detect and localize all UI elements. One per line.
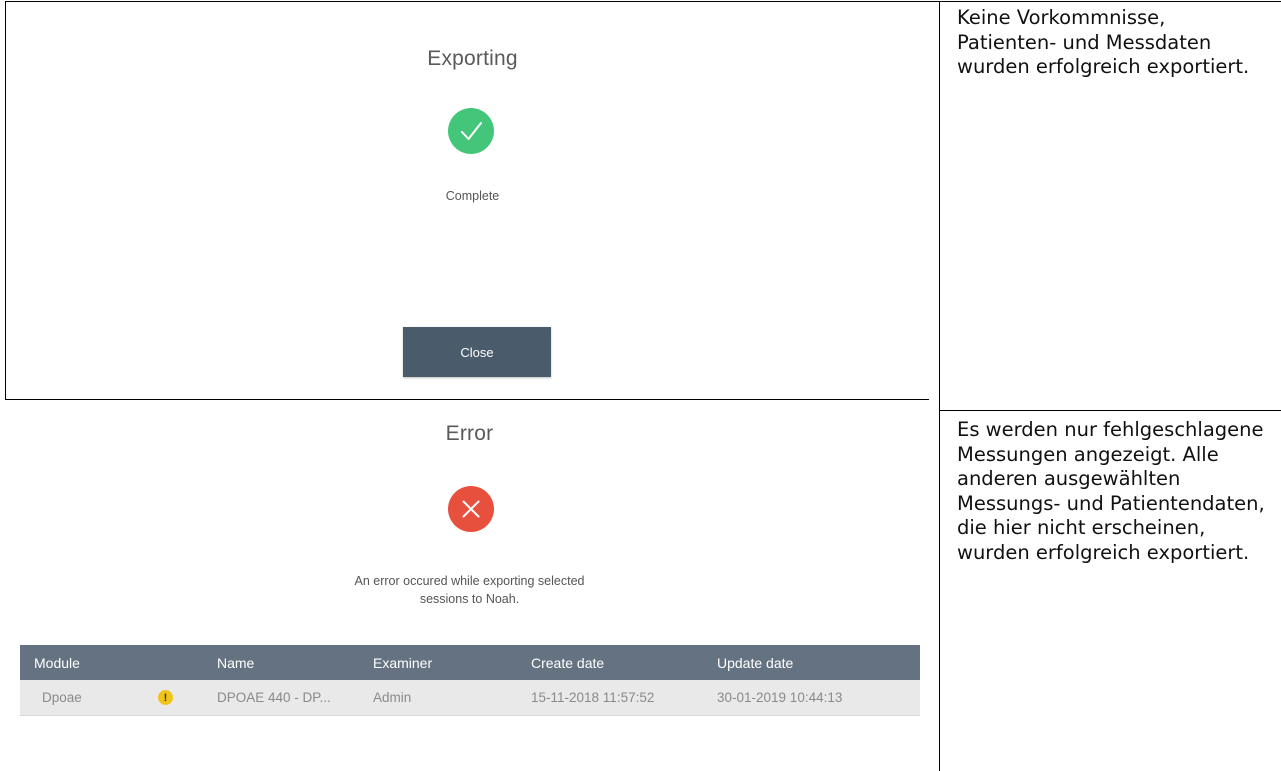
warning-icon: ! <box>158 690 173 705</box>
cell-examiner: Admin <box>373 690 412 705</box>
cell-update-date: 30-01-2019 10:44:13 <box>717 690 843 705</box>
error-message-line1: An error occured while exporting selecte… <box>354 574 585 588</box>
table-row[interactable]: Dpoae ! DPOAE 440 - DP... Admin 15-11-20… <box>20 680 920 716</box>
column-header-examiner[interactable]: Examiner <box>373 655 432 671</box>
column-header-create-date[interactable]: Create date <box>531 655 604 671</box>
cell-name: DPOAE 440 - DP... <box>217 690 331 705</box>
cell-module: Dpoae <box>42 690 82 705</box>
column-header-update-date[interactable]: Update date <box>717 655 793 671</box>
cell-create-date: 15-11-2018 11:57:52 <box>531 690 655 705</box>
export-dialog: Exporting Complete Close <box>6 2 939 399</box>
close-button[interactable]: Close <box>403 327 551 377</box>
error-circle-icon <box>448 486 494 532</box>
error-message: An error occured while exporting selecte… <box>0 572 939 608</box>
description-error: Es werden nur fehlgeschlagene Messungen … <box>957 418 1265 564</box>
table-header: Module Name Examiner Create date Update … <box>20 645 920 680</box>
check-circle-icon <box>448 108 494 154</box>
error-message-line2: sessions to Noah. <box>419 592 520 606</box>
description-success: Keine Vorkommnisse, Patienten- und Messd… <box>957 6 1250 78</box>
error-dialog: Error An error occured while exporting s… <box>0 400 939 771</box>
table-divider-vertical <box>939 1 940 771</box>
dialog-title: Error <box>445 422 494 445</box>
dialog-title: Exporting <box>427 47 518 70</box>
table-divider-horizontal-right <box>939 410 1281 411</box>
failed-sessions-table: Module Name Examiner Create date Update … <box>20 645 920 716</box>
column-header-name[interactable]: Name <box>217 655 254 671</box>
column-header-module[interactable]: Module <box>34 655 80 671</box>
status-text: Complete <box>445 189 500 203</box>
